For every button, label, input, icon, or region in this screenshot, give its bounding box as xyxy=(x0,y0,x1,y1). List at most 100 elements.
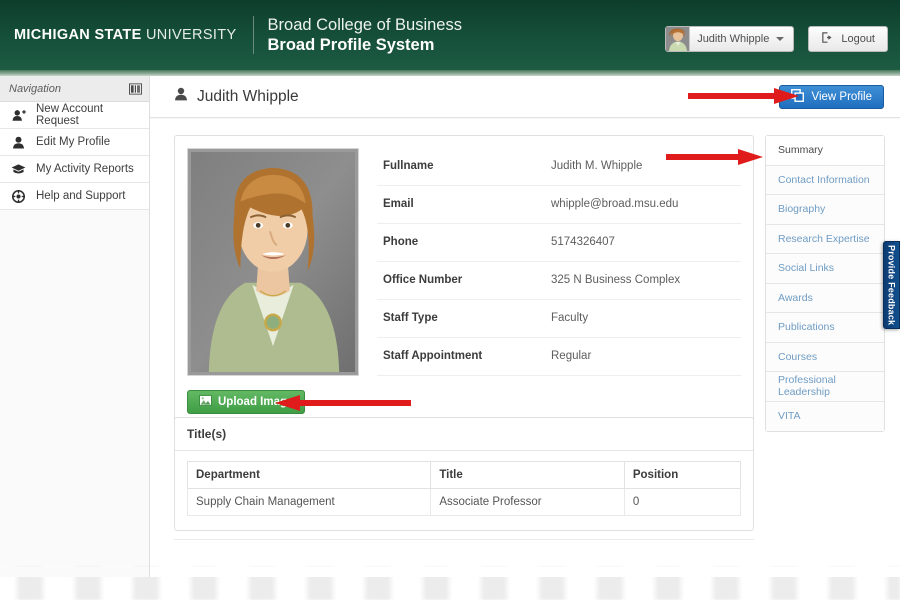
titles-table: Department Title Position Supply Chain M… xyxy=(186,461,742,516)
cell-department: Supply Chain Management xyxy=(186,488,432,516)
column-header-title: Title xyxy=(430,461,625,489)
section-tab-publications[interactable]: Publications xyxy=(766,313,884,343)
image-icon xyxy=(199,395,212,409)
table-row: Phone 5174326407 xyxy=(377,223,741,262)
user-add-icon xyxy=(11,109,26,122)
header-actions: Judith Whipple Logout xyxy=(665,26,888,52)
section-tab-label: Biography xyxy=(778,203,826,216)
field-value: Faculty xyxy=(551,312,589,325)
brand-lockup: MICHIGAN STATE UNIVERSITY Broad College … xyxy=(0,15,462,55)
section-tab-label: VITA xyxy=(778,410,801,423)
section-tab-label: Summary xyxy=(778,144,823,157)
field-value: whipple@broad.msu.edu xyxy=(551,198,679,211)
page-title: Judith Whipple xyxy=(174,87,299,106)
section-tab-label: Publications xyxy=(778,321,835,334)
profile-section-nav: Summary Contact Information Biography Re… xyxy=(765,135,885,432)
sidebar-bottom-spacer xyxy=(0,567,150,577)
system-name: Broad Profile System xyxy=(267,36,435,54)
avatar xyxy=(666,27,691,51)
sidebar-item-edit-my-profile[interactable]: Edit My Profile xyxy=(0,129,149,156)
profile-panel: Fullname Judith M. Whipple Email whipple… xyxy=(174,135,754,427)
page-header: Judith Whipple View Profile xyxy=(150,76,900,118)
titles-panel: Title(s) Department Title Position Suppl… xyxy=(174,417,754,531)
sidebar-item-label: My Activity Reports xyxy=(36,163,134,175)
section-tab-awards[interactable]: Awards xyxy=(766,283,884,313)
user-icon xyxy=(11,136,26,149)
table-row: Staff Appointment Regular xyxy=(377,337,741,376)
college-name: Broad College of Business xyxy=(267,15,462,34)
section-tab-social-links[interactable]: Social Links xyxy=(766,254,884,284)
cell-position: 0 xyxy=(623,488,742,516)
table-row: Supply Chain Management Associate Profes… xyxy=(186,488,742,516)
view-profile-label: View Profile xyxy=(811,91,872,103)
content-body: Fullname Judith M. Whipple Email whipple… xyxy=(150,119,900,567)
field-label: Staff Appointment xyxy=(383,350,483,363)
user-icon xyxy=(174,87,188,106)
sidebar-item-help-and-support[interactable]: Help and Support xyxy=(0,183,149,210)
field-label: Phone xyxy=(383,236,419,249)
university-wordmark: MICHIGAN STATE UNIVERSITY xyxy=(14,27,237,43)
section-tab-professional-leadership[interactable]: Professional Leadership xyxy=(766,372,884,402)
section-tab-biography[interactable]: Biography xyxy=(766,195,884,225)
section-tab-contact-information[interactable]: Contact Information xyxy=(766,165,884,195)
section-tab-label: Social Links xyxy=(778,262,835,275)
upload-image-button[interactable]: Upload Image xyxy=(187,390,306,414)
table-row: Staff Type Faculty xyxy=(377,299,741,338)
provide-feedback-tab[interactable]: Provide Feedback xyxy=(883,241,900,329)
section-tab-vita[interactable]: VITA xyxy=(766,401,884,431)
cell-title: Associate Professor xyxy=(430,488,625,516)
sidebar: Navigation New Account Request Edit My P… xyxy=(0,76,150,567)
section-tab-label: Research Expertise xyxy=(778,232,870,245)
section-tab-summary[interactable]: Summary xyxy=(766,136,884,166)
sidebar-item-label: Edit My Profile xyxy=(36,136,111,148)
profile-fields-table: Fullname Judith M. Whipple Email whipple… xyxy=(377,148,741,376)
column-header-department: Department xyxy=(186,461,432,489)
field-label: Fullname xyxy=(383,160,434,173)
titles-panel-body: Department Title Position Supply Chain M… xyxy=(175,451,753,530)
field-value: 5174326407 xyxy=(551,236,615,249)
life-ring-icon xyxy=(11,189,26,203)
system-titles: Broad College of Business Broad Profile … xyxy=(268,15,462,55)
field-label: Office Number xyxy=(383,274,463,287)
user-name-label: Judith Whipple xyxy=(697,33,770,45)
logout-icon xyxy=(821,31,834,47)
site-header: MICHIGAN STATE UNIVERSITY Broad College … xyxy=(0,0,900,70)
graduation-cap-icon xyxy=(11,163,26,176)
section-tab-label: Courses xyxy=(778,350,818,363)
sidebar-title: Navigation xyxy=(9,82,61,95)
table-row: Office Number 325 N Business Complex xyxy=(377,261,741,300)
view-profile-button[interactable]: View Profile xyxy=(779,85,884,109)
section-tab-label: Awards xyxy=(778,291,813,304)
field-value: Regular xyxy=(551,350,592,363)
university-name-bold: MICHIGAN STATE xyxy=(14,27,142,43)
window-copy-icon xyxy=(791,89,805,105)
field-value: 325 N Business Complex xyxy=(551,274,681,287)
sidebar-collapse-icon[interactable] xyxy=(127,81,143,97)
field-label: Email xyxy=(383,198,414,211)
section-tab-research-expertise[interactable]: Research Expertise xyxy=(766,224,884,254)
user-menu-button[interactable]: Judith Whipple xyxy=(665,26,795,52)
sidebar-header: Navigation xyxy=(0,76,149,102)
logout-button[interactable]: Logout xyxy=(808,26,888,52)
section-tab-label: Contact Information xyxy=(778,173,870,186)
logout-label: Logout xyxy=(841,33,875,45)
field-value: Judith M. Whipple xyxy=(551,160,643,173)
sidebar-item-my-activity-reports[interactable]: My Activity Reports xyxy=(0,156,149,183)
table-row: Email whipple@broad.msu.edu xyxy=(377,185,741,224)
upload-image-label: Upload Image xyxy=(218,396,294,408)
page-title-text: Judith Whipple xyxy=(197,87,299,105)
university-name-light: UNIVERSITY xyxy=(141,27,237,43)
table-row: Fullname Judith M. Whipple xyxy=(377,148,741,186)
sidebar-item-label: New Account Request xyxy=(36,103,104,127)
sidebar-item-new-account-request[interactable]: New Account Request xyxy=(0,102,149,129)
chevron-down-icon xyxy=(776,37,785,41)
sidebar-item-label: Help and Support xyxy=(36,190,126,202)
section-tab-label: Professional Leadership xyxy=(778,374,836,399)
provide-feedback-label: Provide Feedback xyxy=(886,244,897,326)
profile-top-row: Fullname Judith M. Whipple Email whipple… xyxy=(187,148,741,376)
table-header-row: Department Title Position xyxy=(186,461,742,489)
titles-panel-heading: Title(s) xyxy=(175,418,753,451)
panel-divider xyxy=(174,539,754,540)
profile-photo xyxy=(187,148,359,376)
section-tab-courses[interactable]: Courses xyxy=(766,342,884,372)
